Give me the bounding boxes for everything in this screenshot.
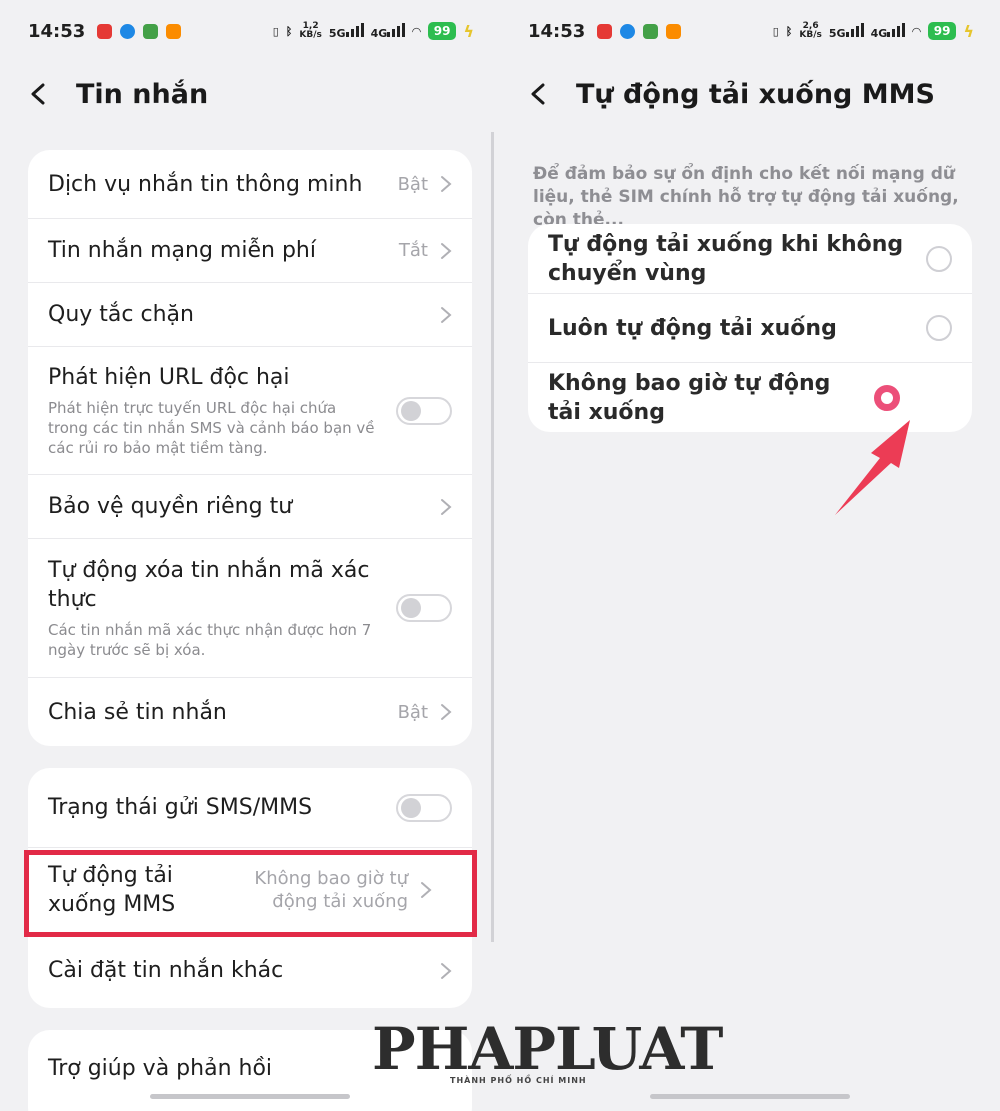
- charging-icon: ϟ: [963, 21, 974, 41]
- status-time: 14:53: [28, 20, 86, 42]
- panel-divider: [491, 132, 494, 942]
- youtube-icon: [597, 23, 613, 39]
- mms-auto-download-screen: 14:53 ▯ ᛒ 2,6 KB/s 5G 4G ◠ 99 ϟ Tự động t…: [500, 0, 1000, 1111]
- messages-settings-screen: 14:53 ▯ ᛒ 1,2 KB/s 5G 4G ◠ 99 ϟ Tin nhắn …: [0, 0, 500, 1111]
- row-value: Tắt: [398, 240, 428, 261]
- row-description: Các tin nhắn mã xác thực nhận được hơn 7…: [48, 621, 372, 659]
- wifi-icon: ◠: [912, 24, 921, 38]
- row-label: Cài đặt tin nhắn khác: [48, 958, 284, 983]
- sms-status-toggle[interactable]: [396, 793, 452, 822]
- back-arrow-icon[interactable]: [528, 83, 550, 105]
- status-bar: 14:53 ▯ ᛒ 1,2 KB/s 5G 4G ◠ 99 ϟ: [28, 18, 474, 44]
- red-arrow-annotation: [835, 420, 910, 515]
- battery-indicator: 99: [927, 22, 957, 40]
- info-note: Để đảm bảo sự ổn định cho kết nối mạng d…: [533, 164, 959, 230]
- option-label: Không bao giờ tự động tải xuống: [548, 370, 831, 425]
- settings-row-auto-delete-codes: Tự động xóa tin nhắn mã xác thực Các tin…: [28, 539, 472, 678]
- home-indicator[interactable]: [650, 1094, 850, 1099]
- option-always[interactable]: Luôn tự động tải xuống: [528, 294, 972, 363]
- row-label: Tự động xóa tin nhắn mã xác thực: [48, 558, 370, 612]
- row-label: Chia sẻ tin nhắn: [48, 699, 227, 725]
- youtube-icon: [97, 23, 113, 39]
- auto-delete-toggle[interactable]: [396, 594, 452, 622]
- shield-icon: [643, 23, 659, 39]
- malicious-url-toggle[interactable]: [396, 396, 452, 425]
- row-label: Bảo vệ quyền riêng tư: [48, 494, 293, 519]
- radio-button-selected[interactable]: [874, 384, 900, 411]
- row-value: Bật: [397, 701, 428, 723]
- radio-button[interactable]: [926, 315, 952, 341]
- settings-card-main: Dịch vụ nhắn tin thông minh Bật Tin nhắn…: [28, 150, 472, 746]
- row-value: Bật: [397, 173, 428, 195]
- network-speed: 2,6 KB/s: [799, 21, 822, 40]
- download-options-card: Tự động tải xuống khi không chuyển vùng …: [528, 224, 972, 432]
- radio-button[interactable]: [926, 245, 952, 272]
- row-label: Trạng thái gửi SMS/MMS: [48, 795, 313, 820]
- row-description: Phát hiện trực tuyến URL độc hại chứa tr…: [48, 399, 375, 457]
- status-bar: 14:53 ▯ ᛒ 2,6 KB/s 5G 4G ◠ 99 ϟ: [528, 18, 974, 44]
- messenger-icon: [120, 23, 136, 39]
- settings-row-other-settings[interactable]: Cài đặt tin nhắn khác: [28, 933, 472, 1008]
- row-label: Phát hiện URL độc hại: [48, 365, 290, 390]
- settings-row-share-messages[interactable]: Chia sẻ tin nhắn Bật: [28, 678, 472, 746]
- vibrate-icon: ▯: [272, 24, 279, 38]
- signal-4g: 4G: [871, 22, 906, 40]
- settings-row-block-rules[interactable]: Quy tắc chặn: [28, 283, 472, 347]
- settings-row-privacy[interactable]: Bảo vệ quyền riêng tư: [28, 475, 472, 539]
- battery-indicator: 99: [427, 22, 457, 40]
- settings-row-smart-messaging[interactable]: Dịch vụ nhắn tin thông minh Bật: [28, 150, 472, 219]
- back-arrow-icon[interactable]: [28, 83, 50, 105]
- signal-5g: 5G: [329, 22, 364, 40]
- vibrate-icon: ▯: [772, 24, 779, 38]
- row-label: Quy tắc chặn: [48, 302, 194, 327]
- option-label: Tự động tải xuống khi không chuyển vùng: [548, 231, 904, 286]
- chevron-right-icon: [441, 306, 452, 323]
- logo-tagline: THÀNH PHỐ HỒ CHÍ MINH: [450, 1076, 587, 1085]
- page-title: Tin nhắn: [76, 78, 209, 110]
- option-label: Luôn tự động tải xuống: [548, 315, 837, 341]
- chevron-right-icon: [441, 962, 452, 979]
- home-indicator[interactable]: [150, 1094, 350, 1099]
- chevron-right-icon: [441, 242, 452, 259]
- page-title: Tự động tải xuống MMS: [576, 78, 935, 110]
- highlight-box: [24, 850, 477, 937]
- phapluat-logo: PHAPLUAT THÀNH PHỐ HỒ CHÍ MINH: [372, 1015, 723, 1096]
- messenger-icon: [620, 23, 636, 39]
- settings-row-malicious-url: Phát hiện URL độc hại Phát hiện trực tuy…: [28, 347, 472, 475]
- chevron-right-icon: [441, 498, 452, 515]
- wifi-icon: ◠: [412, 24, 421, 38]
- row-label: Dịch vụ nhắn tin thông minh: [48, 171, 363, 197]
- row-label: Tin nhắn mạng miễn phí: [48, 238, 316, 263]
- chevron-right-icon: [441, 176, 452, 192]
- app-icon: [666, 23, 682, 39]
- chevron-right-icon: [441, 704, 452, 720]
- bluetooth-icon: ᛒ: [785, 24, 793, 38]
- settings-row-sms-status: Trạng thái gửi SMS/MMS: [28, 768, 472, 848]
- settings-row-free-network-messages[interactable]: Tin nhắn mạng miễn phí Tắt: [28, 219, 472, 283]
- signal-5g: 5G: [829, 22, 864, 40]
- charging-icon: ϟ: [463, 21, 474, 41]
- logo-wordmark: PHAPLUAT: [372, 1015, 723, 1083]
- bluetooth-icon: ᛒ: [285, 24, 293, 38]
- status-time: 14:53: [528, 20, 586, 42]
- shield-icon: [143, 23, 159, 39]
- option-no-roaming[interactable]: Tự động tải xuống khi không chuyển vùng: [528, 224, 972, 294]
- signal-4g: 4G: [371, 22, 406, 40]
- app-icon: [166, 23, 182, 39]
- network-speed: 1,2 KB/s: [299, 21, 322, 40]
